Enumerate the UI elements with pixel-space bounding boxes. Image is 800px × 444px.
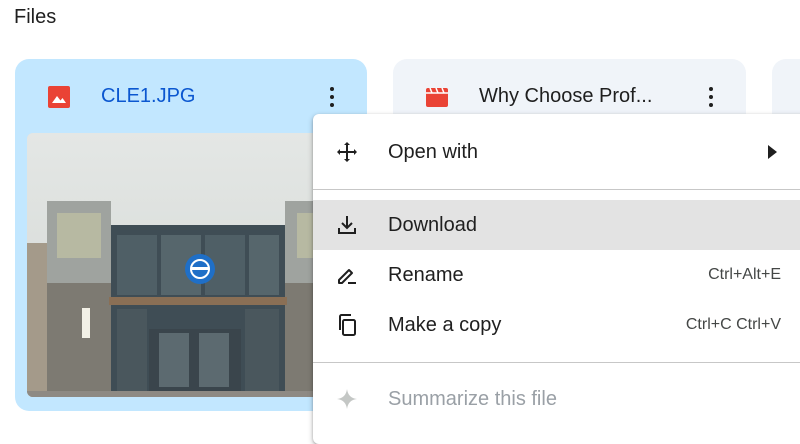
menu-item-summarize[interactable]: Summarize this file	[313, 374, 800, 424]
open-with-icon	[337, 142, 357, 162]
rename-icon	[338, 269, 356, 284]
menu-item-rename[interactable]: Rename Ctrl+Alt+E	[313, 250, 800, 300]
menu-item-label: Rename	[388, 264, 464, 286]
menu-item-label: Summarize this file	[388, 388, 557, 410]
menu-divider	[313, 362, 800, 363]
sparkle-icon	[337, 389, 357, 409]
download-icon	[338, 216, 356, 234]
chevron-right-icon	[768, 145, 777, 159]
menu-item-label: Download	[388, 214, 477, 236]
file-name: Why Choose Prof...	[479, 85, 653, 107]
image-file-icon	[48, 86, 70, 108]
menu-item-label: Open with	[388, 141, 479, 163]
more-vert-icon[interactable]	[318, 81, 346, 113]
menu-item-shortcut: Ctrl+Alt+E	[708, 266, 781, 283]
section-title: Files	[14, 6, 57, 28]
file-name: CLE1.JPG	[101, 85, 196, 107]
context-menu: Open with Download Rename Ctrl+Alt+E Mak…	[313, 114, 800, 444]
more-vert-icon[interactable]	[697, 81, 725, 113]
menu-item-open-with[interactable]: Open with	[313, 127, 800, 177]
menu-item-label: Make a copy	[388, 314, 502, 336]
menu-item-download[interactable]: Download	[313, 200, 800, 250]
video-file-icon	[426, 87, 448, 107]
menu-item-shortcut: Ctrl+C Ctrl+V	[685, 316, 781, 333]
menu-item-make-a-copy[interactable]: Make a copy Ctrl+C Ctrl+V	[313, 300, 800, 350]
menu-divider	[313, 189, 800, 190]
copy-icon	[339, 314, 356, 336]
